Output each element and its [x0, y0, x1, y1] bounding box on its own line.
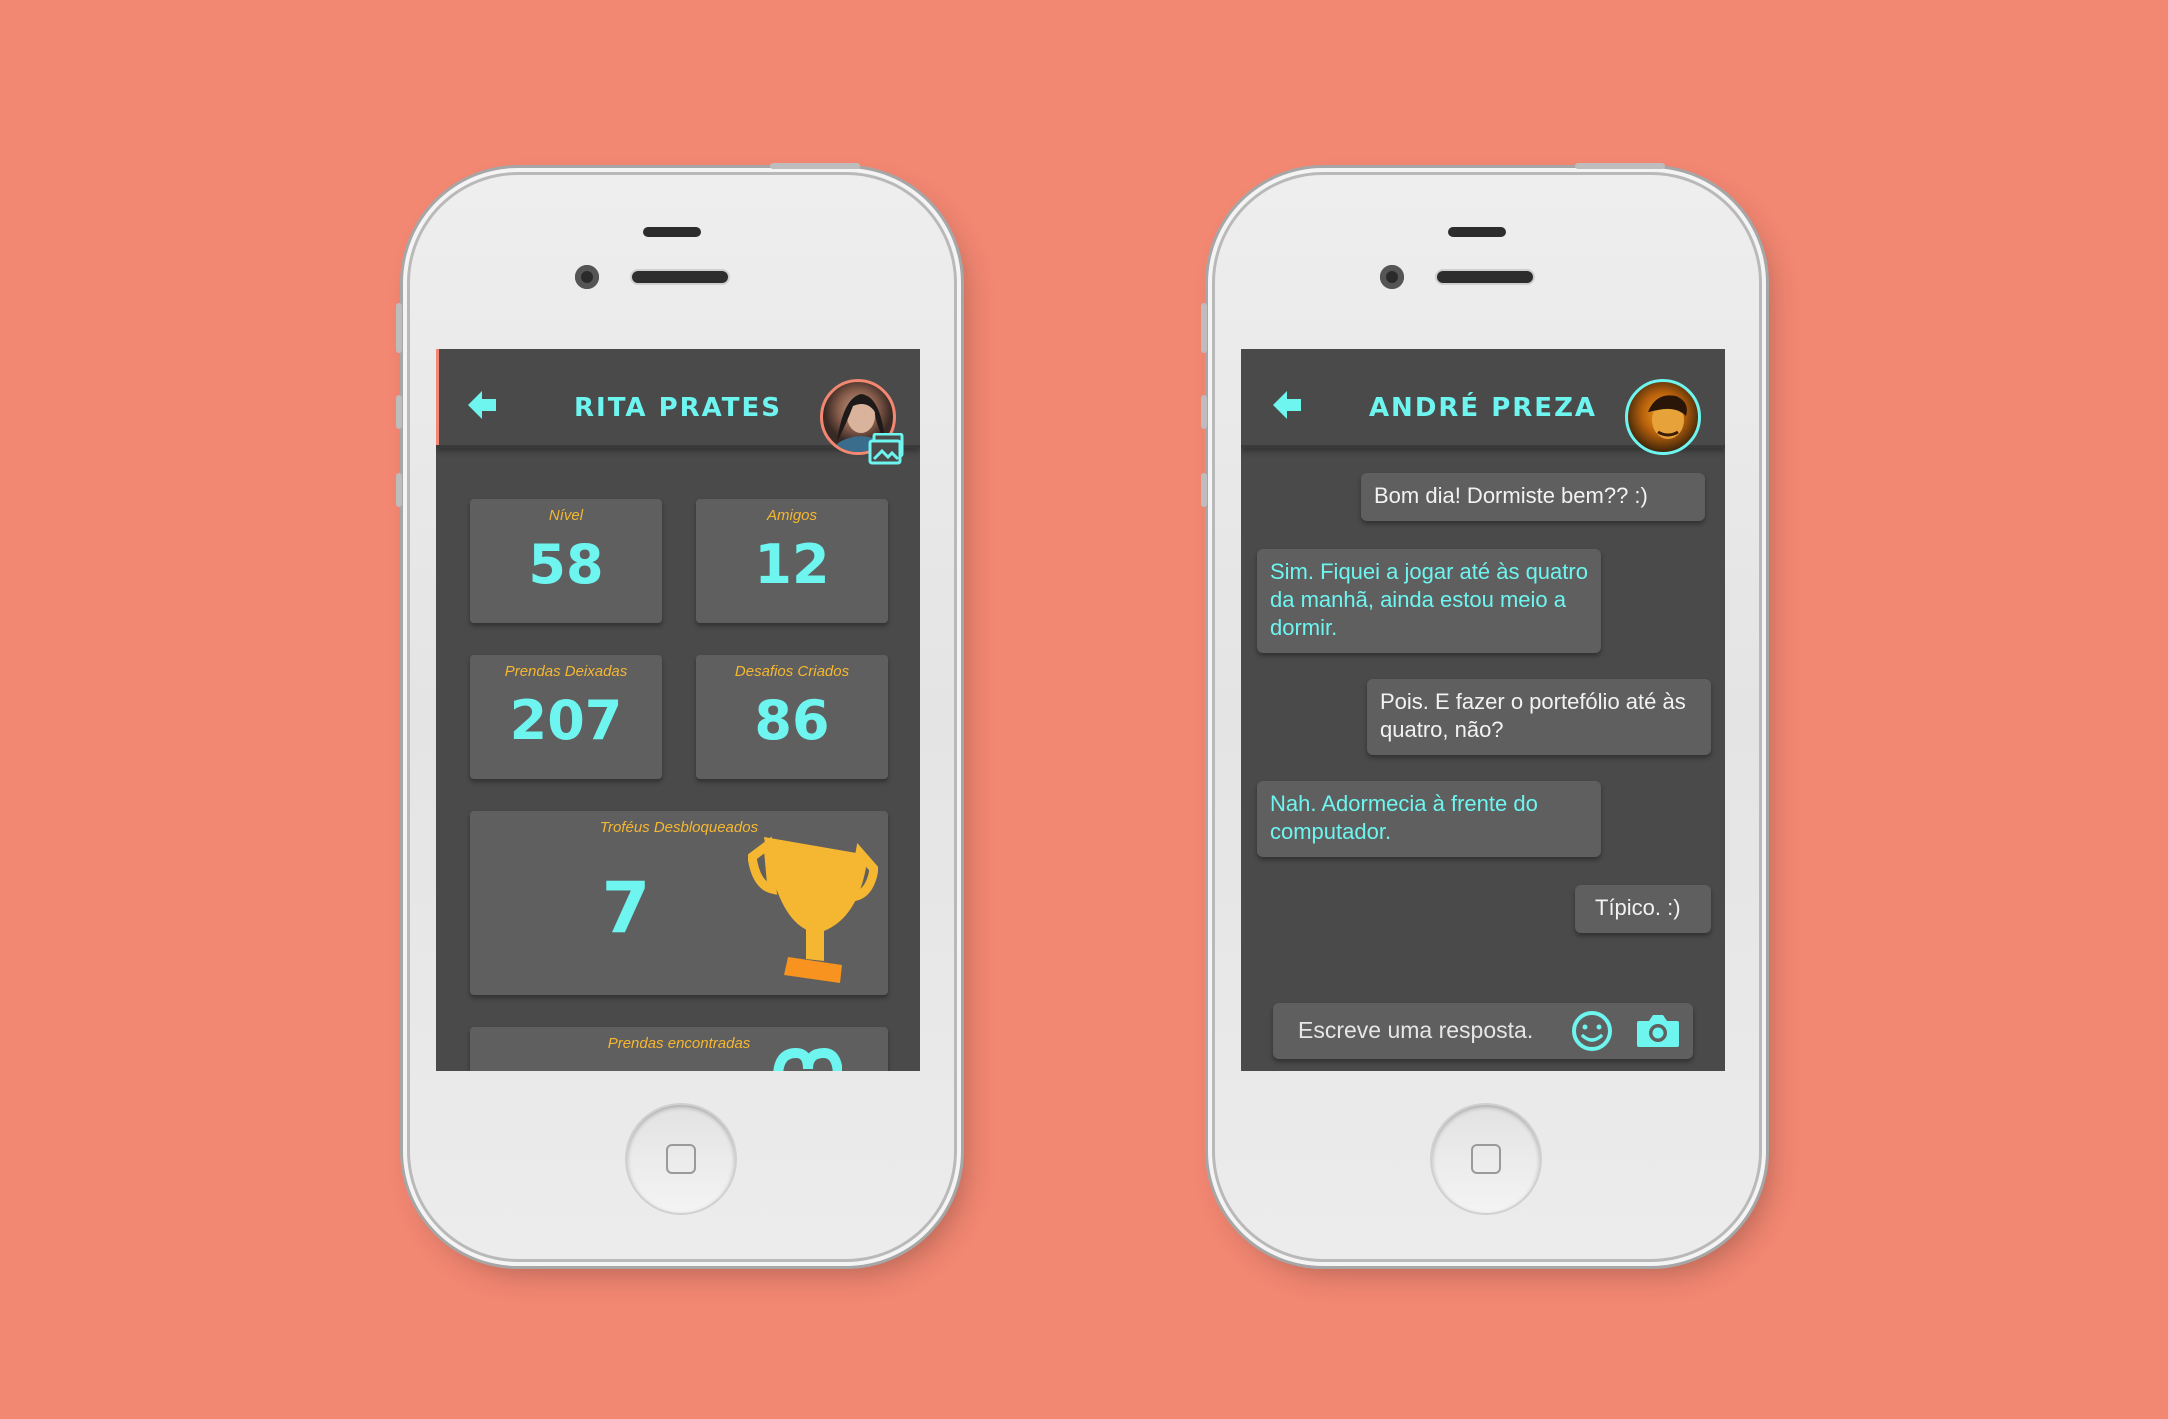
avatar-photo [1648, 395, 1687, 439]
avatar[interactable] [1625, 379, 1701, 455]
reply-placeholder: Escreve uma resposta. [1298, 1017, 1534, 1043]
trophy-icon [748, 836, 878, 983]
stat-value: 207 [509, 689, 623, 752]
stat-label: Desafios Criados [734, 663, 850, 680]
stat-card-gifts-left[interactable]: Prendas Deixadas 207 [470, 655, 662, 779]
earpiece [1448, 227, 1506, 237]
volume-up-button [396, 395, 402, 429]
gifts-found-card[interactable]: Prendas encontradas [470, 1027, 888, 1071]
mute-switch [396, 303, 402, 353]
gifts-found-value-glyph [773, 1047, 842, 1071]
home-button[interactable] [627, 1105, 735, 1213]
stat-value: 86 [754, 689, 830, 752]
volume-down-button [1201, 473, 1207, 507]
phone-chat: ANDRÉ PREZA Bom dia! Dormiste bem?? :) S… [1201, 163, 1759, 1259]
mute-switch [1201, 303, 1207, 353]
front-camera [1380, 265, 1404, 289]
earpiece [643, 227, 701, 237]
stat-card-level[interactable]: Nível 58 [470, 499, 662, 623]
front-camera [575, 265, 599, 289]
profile-screen: RITA PRATES Nível 58 Amigos 12 Prendas D… [436, 349, 920, 1071]
message-bubble-received: Nah. Adormecia à frente do computador. [1257, 781, 1601, 857]
stat-value: 12 [754, 533, 830, 596]
message-bubble-received: Sim. Fiquei a jogar até às quatro da man… [1257, 549, 1601, 653]
trophies-value: 7 [601, 867, 651, 949]
stat-value: 58 [528, 533, 604, 596]
speaker-grille [1437, 271, 1533, 283]
power-button [1575, 163, 1665, 169]
stat-card-challenges[interactable]: Desafios Criados 86 [696, 655, 888, 779]
message-bubble-sent: Bom dia! Dormiste bem?? :) [1361, 473, 1705, 521]
camera-icon[interactable] [1635, 1013, 1681, 1049]
volume-down-button [396, 473, 402, 507]
chat-header: ANDRÉ PREZA [1241, 349, 1725, 455]
message-bubble-sent: Típico. :) [1575, 885, 1711, 933]
power-button [770, 163, 860, 169]
home-square-icon [666, 1144, 696, 1174]
chat-screen: ANDRÉ PREZA Bom dia! Dormiste bem?? :) S… [1241, 349, 1725, 1071]
home-button[interactable] [1432, 1105, 1540, 1213]
stat-label: Amigos [766, 507, 818, 524]
stat-card-friends[interactable]: Amigos 12 [696, 499, 888, 623]
stat-label: Nível [548, 507, 584, 524]
speaker-grille [632, 271, 728, 283]
volume-up-button [1201, 395, 1207, 429]
phone-profile: RITA PRATES Nível 58 Amigos 12 Prendas D… [396, 163, 954, 1259]
message-bubble-sent: Pois. E fazer o portefólio até às quatro… [1367, 679, 1711, 755]
reply-input[interactable]: Escreve uma resposta. [1273, 1003, 1693, 1059]
smiley-icon[interactable] [1571, 1010, 1613, 1052]
home-square-icon [1471, 1144, 1501, 1174]
trophies-card[interactable]: Troféus Desbloqueados 7 [470, 811, 888, 995]
change-photo-icon[interactable] [868, 433, 906, 465]
stat-label: Prendas Deixadas [504, 663, 628, 680]
profile-header: RITA PRATES [436, 349, 920, 465]
